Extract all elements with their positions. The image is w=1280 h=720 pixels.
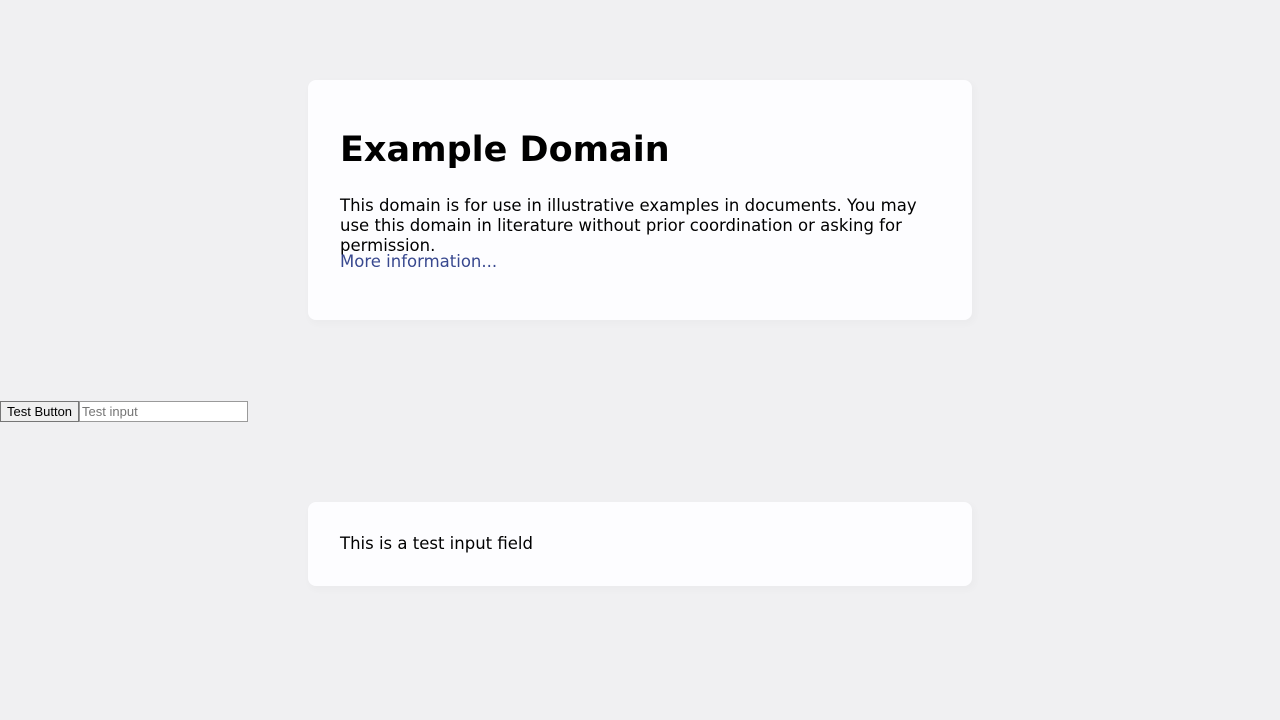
page-title: Example Domain bbox=[340, 130, 670, 170]
test-note-card: This is a test input field bbox=[308, 502, 972, 586]
more-info-paragraph: More information... bbox=[340, 252, 497, 272]
example-domain-card: Example Domain This domain is for use in… bbox=[308, 80, 972, 320]
test-note-text: This is a test input field bbox=[340, 534, 533, 553]
page: Example Domain This domain is for use in… bbox=[0, 0, 1280, 720]
more-information-link[interactable]: More information... bbox=[340, 252, 497, 271]
test-controls: Test Button bbox=[0, 401, 249, 423]
description-text: This domain is for use in illustrative e… bbox=[340, 196, 917, 255]
test-input-field[interactable] bbox=[79, 401, 249, 422]
test-button[interactable]: Test Button bbox=[0, 401, 80, 422]
